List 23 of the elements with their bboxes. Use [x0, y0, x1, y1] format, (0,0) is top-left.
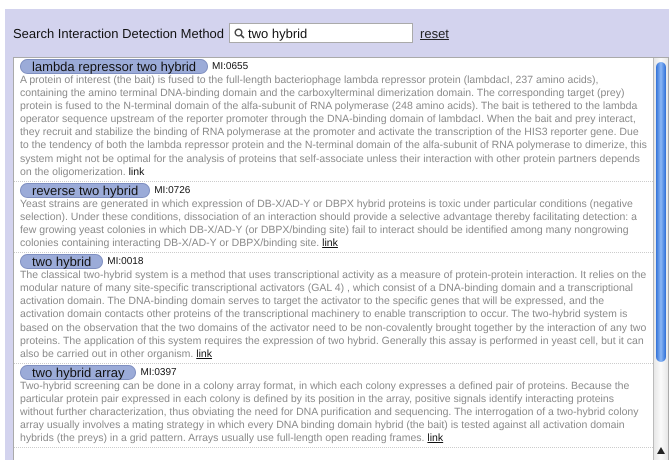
reset-link[interactable]: reset	[420, 26, 449, 40]
link[interactable]: link	[322, 237, 338, 250]
method-description: The classical two-hybrid system is a method that uses transcriptional activity as a measure of protein-protein interaction. It relies on the modular nature of many site-specific transcriptional activators (GAL 4) , which consist of a DNA-binding domain and a transcriptional activation domain. The DNA-binding domain serves to target the activator to the specific genes that will be expressed, and the activation domain contacts other proteins of the transcriptional machinery to enable transcription to occur. The two-hybrid system is based on the observation that the two domains of the activator need to be non-covalently brought together by the interaction of any two proteins. The application of this system requires the expression of two hybrid. Generally this assay is performed in yeast cell, but it can also be carried out in other organism. link	[20, 269, 647, 361]
method-id: MI:0018	[107, 256, 144, 268]
search-icon	[234, 28, 246, 38]
method-name-tag[interactable]: two hybrid	[20, 254, 104, 270]
method-id: MI:0397	[140, 366, 177, 378]
method-description: Yeast strains are generated in which expression of DB-X/AD-Y or DBPX hybrid proteins is toxic under particular conditions (negative selection). Under these conditions, dissociation of an interaction should provide a selective advantage thereby facilitating detection: a few growing yeast colonies in which DB-X/AD-Y (or DBPX/binding site) fail to interact should be identified among many nongrowing colonies containing interacting DB-X/AD-Y or DBPX/binding site. link	[20, 198, 638, 250]
search-label: Search Interaction Detection Method	[13, 26, 224, 40]
scrollbar-thumb[interactable]	[656, 62, 666, 362]
link[interactable]: link	[196, 348, 212, 360]
method-description: A protein of interest (the bait) is fused to the full-length bacteriophage lambda repressor protein (lambdacI, 237 amino acids), containing the amino terminal DNA-binding domain and the carboxylterminal dimerization domain. The corresponding target (prey) protein is fused to the N-terminal domain of the alfa-subunit of RNA polymerase (248 amino acids). The bait is tethered to the lambda operator sequence upstream of the reporter promoter through the DNA-binding domain of lambdacI. When the bait and prey interact, they recruit and stabilize the binding of RNA polymerase at the promoter and activate the transcription of the HIS3 reporter gene. Due to the tendency of both the lambda repressor protein and the N-terminal domain of the alfa-subunit of RNA polymerase to dimerize, this system might not be optimal for the analysis of proteins that self-associate unless their interaction with other protein partners depends on the oligomerization. link	[20, 74, 647, 179]
scrollbar[interactable]	[653, 58, 668, 460]
link[interactable]: link	[128, 166, 144, 178]
method-name-tag[interactable]: reverse two hybrid	[20, 182, 150, 198]
search-field[interactable]: two hybrid	[229, 23, 414, 43]
method-description: Two-hybrid screening can be done in a colony array format, in which each colony expresses a defined pair of proteins. Because the particular protein pair expressed in each colony is defined by its position in the array, positive signals identify interacting proteins without further characterization, thus obviating the need for DNA purification and sequencing. The interrogation of a two-hybrid colony array usually involves a mating strategy in which every DNA binding domain hybrid (the bait) is tested against all activation domain hybrids (the preys) in a grid pattern. Arrays usually use full-length open reading frames. link	[20, 380, 640, 446]
method-id: MI:0655	[212, 61, 248, 72]
method-id: MI:0726	[154, 184, 190, 196]
method-name-tag[interactable]: two hybrid array	[20, 364, 136, 380]
scroll-up-icon[interactable]	[657, 447, 665, 454]
method-name-tag[interactable]: lambda repressor two hybrid	[20, 59, 208, 74]
link[interactable]: link	[427, 432, 444, 444]
